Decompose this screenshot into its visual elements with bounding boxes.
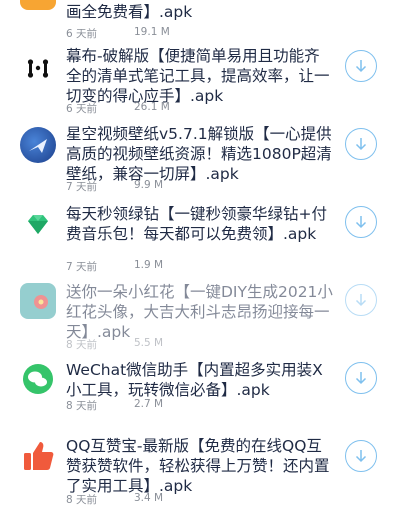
thumbs-up-icon	[20, 438, 56, 474]
download-arrow-icon	[355, 450, 367, 463]
item-time: 8 天前	[66, 494, 98, 506]
item-time: 8 天前	[66, 400, 98, 412]
starry-sky-icon	[20, 127, 56, 163]
item-title: WeChat微信助手【内置超多实用装X小工具，玩转微信必备】.apk	[66, 361, 323, 399]
item-meta: 6 天前 19.1 M	[66, 26, 170, 41]
wechat-icon	[20, 361, 56, 397]
item-time: 6 天前	[66, 28, 98, 40]
mubu-logo-icon	[20, 50, 56, 86]
item-title: 星空视频壁纸v5.7.1解锁版【一心提供高质的视频壁纸资源！精选1080P超清壁…	[66, 125, 332, 183]
item-time: 7 天前	[66, 181, 98, 193]
download-button[interactable]	[345, 440, 377, 472]
download-arrow-icon	[355, 372, 367, 385]
download-arrow-icon	[355, 216, 367, 229]
item-title: 幕布-破解版【便捷简单易用且功能齐全的清单式笔记工具，提高效率，让一切变的得心应…	[66, 47, 330, 105]
item-title: QQ互赞宝-最新版【免费的在线QQ互赞获赞软件，轻松获得上万赞！还内置了实用工具…	[66, 437, 330, 495]
download-button[interactable]	[345, 128, 377, 160]
item-size: 3.4 M	[134, 492, 164, 504]
download-button[interactable]	[345, 206, 377, 238]
item-size: 2.7 M	[134, 398, 164, 410]
item-meta: 7 天前 9.9 M	[66, 179, 163, 194]
item-size: 9.9 M	[134, 179, 164, 191]
green-diamond-icon	[20, 206, 56, 242]
orange-app-icon	[20, 0, 56, 10]
download-arrow-icon	[355, 60, 367, 73]
item-time: 8 天前	[66, 339, 98, 351]
item-time: 7 天前	[66, 261, 98, 273]
item-size: 1.9 M	[134, 259, 164, 271]
item-time: 6 天前	[66, 103, 98, 115]
item-meta: 8 天前 5.5 M	[66, 337, 163, 352]
item-meta: 8 天前 2.7 M	[66, 398, 163, 413]
item-meta: 7 天前 1.9 M	[66, 259, 163, 274]
item-size: 19.1 M	[134, 26, 170, 38]
item-title: 每天秒领绿钻【一键秒领豪华绿钻+付费音乐包！每天都可以免费领】.apk	[66, 205, 327, 243]
red-flower-icon	[20, 283, 56, 319]
item-meta: 6 天前 26.1 M	[66, 101, 170, 116]
download-button[interactable]	[345, 362, 377, 394]
item-title: 送你一朵小红花【一键DIY生成2021小红花头像，大吉大利斗志昂扬迎接每一天】.…	[66, 283, 333, 341]
item-title: 画全免费看】.apk	[66, 3, 193, 21]
download-arrow-icon	[355, 138, 367, 151]
download-button[interactable]	[345, 50, 377, 82]
item-size: 5.5 M	[134, 337, 164, 349]
download-arrow-icon	[355, 294, 367, 307]
item-size: 26.1 M	[134, 101, 170, 113]
item-meta: 8 天前 3.4 M	[66, 492, 163, 507]
download-button[interactable]	[345, 284, 377, 316]
